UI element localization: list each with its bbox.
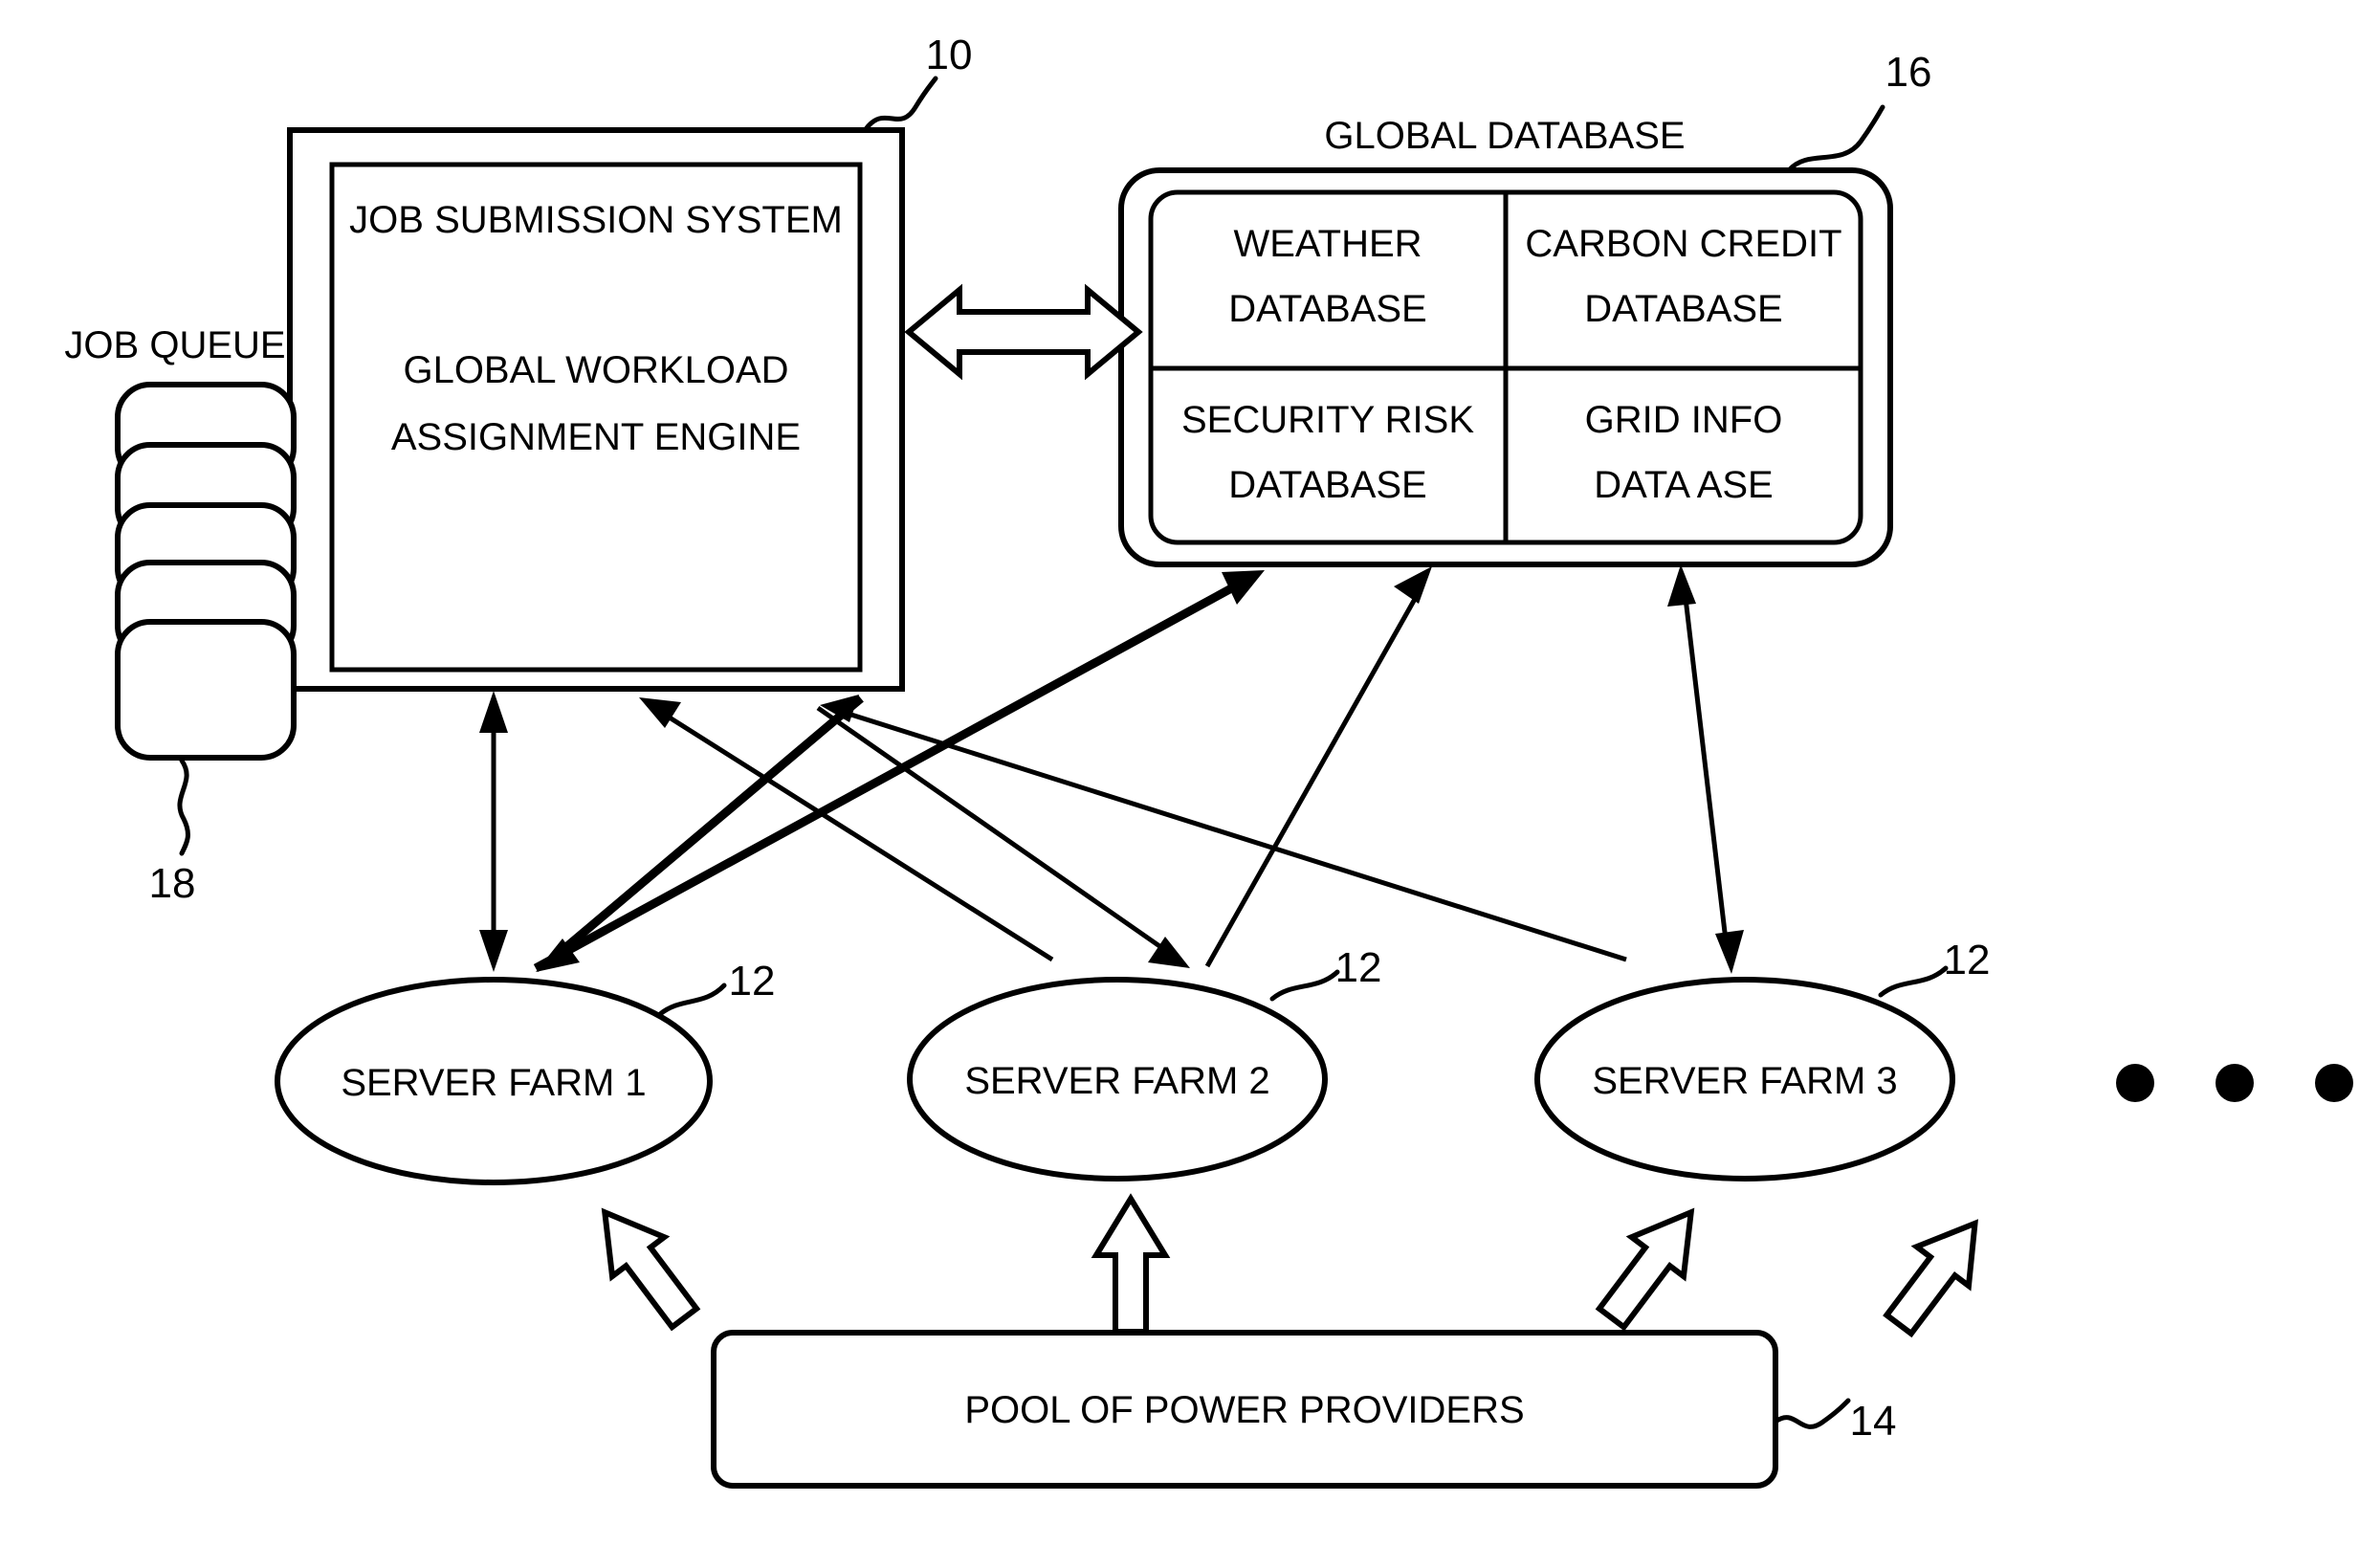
carbon-credit-database-line2: DATABASE [1584, 288, 1782, 330]
job-queue-segment [115, 619, 297, 761]
reference-number-12-farm1: 12 [729, 958, 776, 1005]
server-farm-2-label: SERVER FARM 2 [964, 1060, 1269, 1102]
link-farm2-to-gdb [1204, 566, 1432, 968]
weather-database-line1: WEATHER [1233, 223, 1422, 265]
reference-number-12-farm2: 12 [1335, 944, 1382, 991]
arrowhead-to-gdb-from-farm2 [1394, 566, 1432, 604]
job-submission-system-label: JOB SUBMISSION SYSTEM [349, 199, 843, 241]
ellipsis-dot [2216, 1064, 2254, 1102]
reference-number-10: 10 [926, 32, 973, 78]
arrowhead-to-farm3-from-gdb [1715, 930, 1744, 974]
reference-leader-12-farm1 [657, 983, 727, 1017]
arrowhead-to-gdb-from-farm3 [1667, 564, 1696, 607]
reference-number-12-farm3: 12 [1944, 937, 1991, 983]
server-farm-3[interactable]: SERVER FARM 3 [1534, 977, 1955, 1182]
global-workload-label-line1: GLOBAL WORKLOAD [403, 349, 788, 391]
power-arrow-farm3 [1595, 1207, 1695, 1332]
arrowhead-up-to-jss [479, 691, 508, 733]
bidirectional-link-arrow [904, 283, 1143, 381]
patent-figure: JOB SUBMISSION SYSTEM GLOBAL WORKLOAD AS… [0, 0, 2359, 1568]
server-farm-ellipsis [2116, 1064, 2353, 1102]
global-database-title: GLOBAL DATABASE [1324, 115, 1685, 157]
global-workload-label-line2: ASSIGNMENT ENGINE [391, 416, 801, 458]
reference-leader-12-farm3 [1878, 965, 1949, 998]
server-farm-3-label: SERVER FARM 3 [1592, 1060, 1897, 1102]
reference-number-18: 18 [149, 860, 196, 907]
server-farm-1[interactable]: SERVER FARM 1 [275, 977, 713, 1185]
arrowhead-down-to-farm1 [479, 930, 508, 972]
grid-info-database-line1: GRID INFO [1585, 399, 1783, 441]
link-farm3-gdb [1667, 564, 1744, 974]
ellipsis-dot [2315, 1064, 2353, 1102]
reference-number-16: 16 [1885, 49, 1932, 96]
reference-leader-14 [1773, 1398, 1851, 1429]
power-arrow-farm2 [1091, 1193, 1171, 1335]
security-risk-database-line2: DATABASE [1228, 464, 1426, 506]
reference-leader-16 [1786, 104, 1885, 173]
carbon-credit-database-line1: CARBON CREDIT [1525, 223, 1841, 265]
link-jss-farm1 [479, 691, 508, 972]
grid-info-database-line2: DATA ASE [1594, 464, 1773, 506]
security-risk-database-line1: SECURITY RISK [1181, 399, 1474, 441]
link-farm3-to-jss [820, 695, 1627, 962]
link-gdb-to-farm1 [536, 695, 864, 972]
job-queue-stack [115, 382, 297, 761]
reference-leader-12-farm2 [1269, 969, 1340, 1002]
job-queue-label: JOB QUEUE [64, 324, 285, 366]
weather-database-line2: DATABASE [1228, 288, 1426, 330]
server-farm-1-label: SERVER FARM 1 [341, 1062, 646, 1104]
reference-leader-10 [863, 76, 938, 132]
server-farm-2[interactable]: SERVER FARM 2 [907, 977, 1328, 1182]
power-pool-label: POOL OF POWER PROVIDERS [964, 1389, 1524, 1431]
power-arrow-farm4 [1883, 1219, 1978, 1338]
power-arrow-farm1 [601, 1207, 701, 1332]
ellipsis-dot [2116, 1064, 2154, 1102]
reference-number-14: 14 [1850, 1398, 1897, 1445]
system-architecture-diagram: JOB SUBMISSION SYSTEM GLOBAL WORKLOAD AS… [64, 32, 2353, 1489]
reference-leader-18 [177, 758, 190, 856]
